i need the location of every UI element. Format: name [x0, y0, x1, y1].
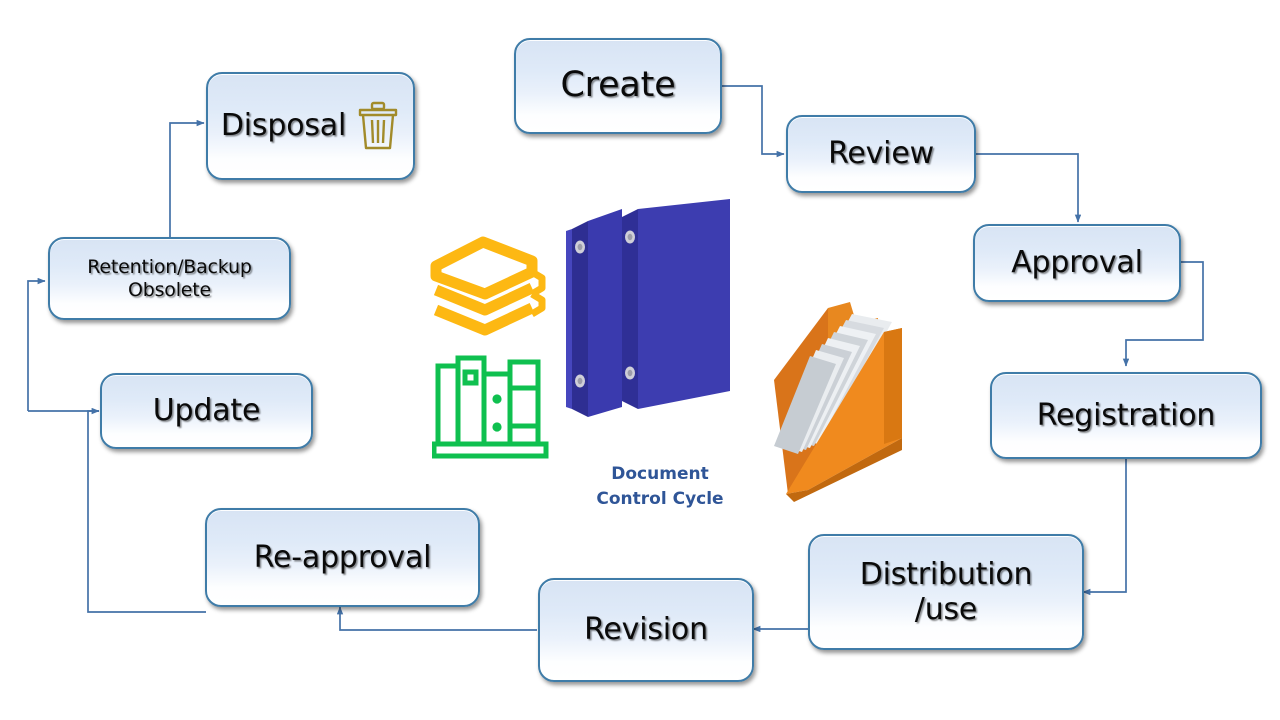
node-re-approval-label: Re-approval — [253, 539, 432, 575]
center-caption: Document Control Cycle — [596, 464, 724, 509]
node-re-approval[interactable]: Re-approval — [205, 508, 480, 607]
connector-registration-to-distribution — [1082, 459, 1127, 596]
node-distribution-use-label: Distribution /use — [859, 556, 1033, 627]
document-control-cycle-diagram: Document Control Cycle Create Review App… — [0, 0, 1280, 720]
node-create[interactable]: Create — [514, 38, 722, 134]
node-revision-label: Revision — [584, 612, 708, 648]
node-review-label: Review — [828, 136, 934, 172]
connector-create-to-review — [722, 85, 785, 158]
node-approval-label: Approval — [1011, 245, 1143, 281]
blue-ring-binders-icon — [566, 199, 730, 417]
node-create-label: Create — [560, 65, 676, 106]
node-retention-backup-obsolete-label: Retention/Backup Obsolete — [87, 256, 252, 301]
node-update-label: Update — [152, 393, 261, 429]
green-bookshelf-icon — [432, 355, 549, 459]
yellow-book-stack-icon — [430, 236, 546, 336]
connector-retention-to-disposal — [169, 119, 205, 237]
node-update[interactable]: Update — [100, 373, 313, 449]
node-disposal-label: Disposal — [220, 108, 347, 144]
node-review[interactable]: Review — [786, 115, 976, 193]
node-retention-backup-obsolete[interactable]: Retention/Backup Obsolete — [48, 237, 291, 320]
node-distribution-use[interactable]: Distribution /use — [808, 534, 1084, 650]
node-registration[interactable]: Registration — [990, 372, 1262, 459]
node-disposal[interactable]: Disposal — [206, 72, 415, 180]
orange-folder-with-pages-icon — [774, 302, 902, 502]
node-revision[interactable]: Revision — [538, 578, 754, 682]
connector-review-to-approval — [975, 153, 1082, 223]
node-approval[interactable]: Approval — [973, 224, 1181, 302]
trash-icon — [358, 101, 398, 150]
connector-revision-to-reapproval — [336, 606, 537, 631]
node-registration-label: Registration — [1036, 397, 1216, 433]
connector-update-to-retention — [27, 277, 46, 411]
